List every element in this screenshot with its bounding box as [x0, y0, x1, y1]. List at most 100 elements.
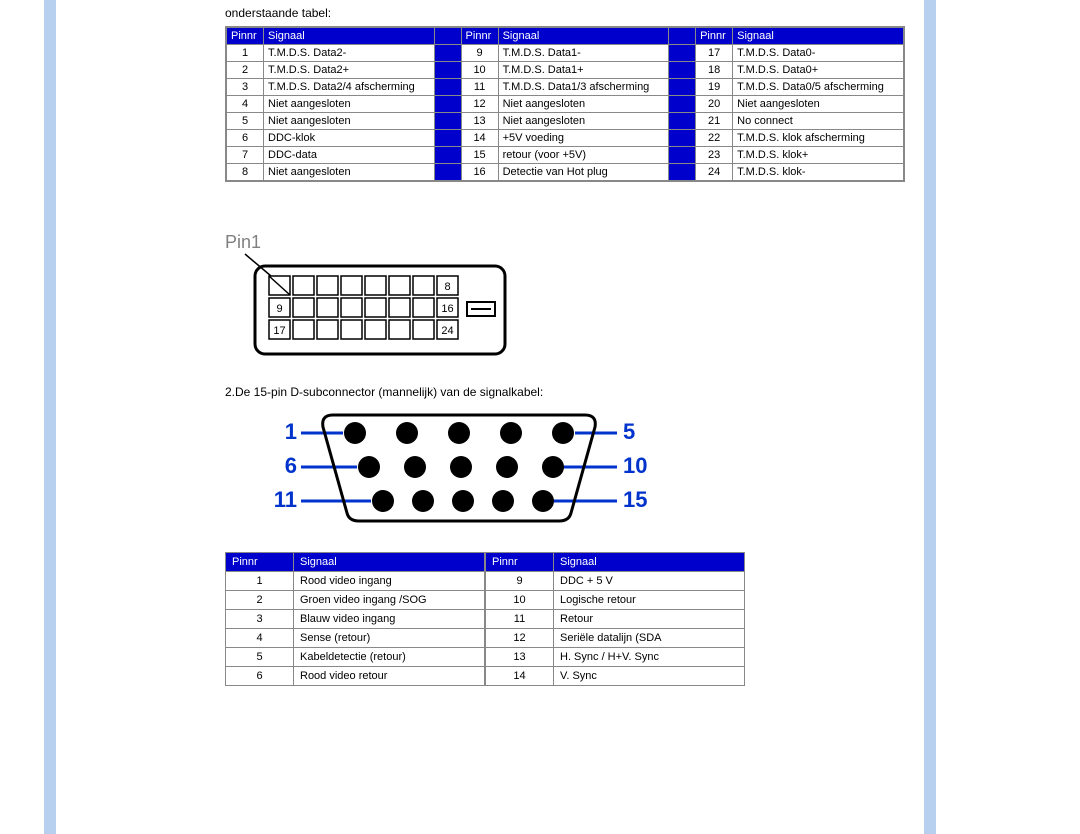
signal-name: Detectie van Hot plug	[498, 164, 669, 181]
signal-name: Rood video ingang	[294, 572, 485, 591]
dvi-pin-table: Pinnr Signaal Pinnr Signaal Pinnr Signaa…	[225, 26, 905, 182]
svg-text:1: 1	[285, 419, 297, 444]
signal-name: Niet aangesloten	[733, 96, 904, 113]
signal-name: DDC-klok	[264, 130, 435, 147]
svg-text:5: 5	[623, 419, 635, 444]
signal-name: Niet aangesloten	[264, 96, 435, 113]
spacer	[669, 79, 696, 96]
svg-text:8: 8	[444, 281, 450, 293]
intro-text: onderstaande tabel:	[225, 6, 905, 20]
spacer	[669, 96, 696, 113]
signal-name: V. Sync	[554, 667, 745, 686]
dvi-connector-diagram: Pin1 89161724	[225, 232, 905, 365]
pin-number: 12	[461, 96, 498, 113]
pin-number: 13	[461, 113, 498, 130]
pin-number: 14	[461, 130, 498, 147]
pin-number: 5	[227, 113, 264, 130]
svg-text:15: 15	[623, 487, 647, 512]
spacer	[669, 147, 696, 164]
col-signal-header: Signaal	[733, 28, 904, 45]
pin-number: 11	[461, 79, 498, 96]
pin-number: 14	[486, 667, 554, 686]
table-row: 4Niet aangesloten12Niet aangesloten20Nie…	[227, 96, 904, 113]
table-row: 1T.M.D.S. Data2-9T.M.D.S. Data1-17T.M.D.…	[227, 45, 904, 62]
spacer	[434, 113, 461, 130]
table-row: 8Niet aangesloten16Detectie van Hot plug…	[227, 164, 904, 181]
svg-text:6: 6	[285, 453, 297, 478]
signal-name: T.M.D.S. klok+	[733, 147, 904, 164]
svg-text:24: 24	[441, 325, 453, 337]
pin-number: 15	[461, 147, 498, 164]
signal-name: Groen video ingang /SOG	[294, 591, 485, 610]
signal-name: Niet aangesloten	[498, 96, 669, 113]
pin-number: 11	[486, 610, 554, 629]
pin-number: 20	[696, 96, 733, 113]
table-row: 5Kabeldetectie (retour)	[226, 648, 485, 667]
signal-name: DDC-data	[264, 147, 435, 164]
col-pin-header: Pinnr	[486, 553, 554, 572]
pin-number: 1	[226, 572, 294, 591]
spacer	[434, 62, 461, 79]
col-pin-header: Pinnr	[227, 28, 264, 45]
spacer	[669, 130, 696, 147]
signal-name: Kabeldetectie (retour)	[294, 648, 485, 667]
spacer	[434, 96, 461, 113]
spacer	[434, 130, 461, 147]
svg-text:10: 10	[623, 453, 647, 478]
table-row: 9DDC + 5 V	[486, 572, 745, 591]
signal-name: Seriële datalijn (SDA	[554, 629, 745, 648]
col-signal-header: Signaal	[264, 28, 435, 45]
pin-number: 16	[461, 164, 498, 181]
signal-name: Rood video retour	[294, 667, 485, 686]
svg-text:9: 9	[276, 303, 282, 315]
table-row: 3Blauw video ingang	[226, 610, 485, 629]
signal-name: T.M.D.S. klok afscherming	[733, 130, 904, 147]
spacer	[669, 113, 696, 130]
pin-number: 7	[227, 147, 264, 164]
signal-name: retour (voor +5V)	[498, 147, 669, 164]
left-margin-stripe	[44, 0, 56, 834]
col-pin-header: Pinnr	[226, 553, 294, 572]
signal-name: Blauw video ingang	[294, 610, 485, 629]
table-row: 3T.M.D.S. Data2/4 afscherming11T.M.D.S. …	[227, 79, 904, 96]
table-row: 1Rood video ingang	[226, 572, 485, 591]
pin-number: 3	[227, 79, 264, 96]
table-header-row: Pinnr Signaal Pinnr Signaal Pinnr Signaa…	[227, 28, 904, 45]
table-row: 2T.M.D.S. Data2+10T.M.D.S. Data1+18T.M.D…	[227, 62, 904, 79]
col-signal-header: Signaal	[294, 553, 485, 572]
vga-connector-diagram: 1 6 11 5 10 15	[275, 409, 905, 532]
spacer	[434, 79, 461, 96]
signal-name: Sense (retour)	[294, 629, 485, 648]
table-row: 2Groen video ingang /SOG	[226, 591, 485, 610]
vga-pin-tables: Pinnr Signaal 1Rood video ingang2Groen v…	[225, 552, 745, 686]
signal-name: H. Sync / H+V. Sync	[554, 648, 745, 667]
spacer	[669, 28, 696, 45]
table-row: 6Rood video retour	[226, 667, 485, 686]
spacer	[434, 45, 461, 62]
signal-name: T.M.D.S. Data0/5 afscherming	[733, 79, 904, 96]
svg-text:16: 16	[441, 303, 453, 315]
pin-number: 23	[696, 147, 733, 164]
pin-number: 17	[696, 45, 733, 62]
signal-name: DDC + 5 V	[554, 572, 745, 591]
signal-name: No connect	[733, 113, 904, 130]
signal-name: T.M.D.S. Data1/3 afscherming	[498, 79, 669, 96]
col-pin-header: Pinnr	[461, 28, 498, 45]
right-margin-stripe	[924, 0, 936, 834]
spacer	[669, 164, 696, 181]
pin-number: 9	[461, 45, 498, 62]
signal-name: T.M.D.S. Data1+	[498, 62, 669, 79]
col-signal-header: Signaal	[554, 553, 745, 572]
pin-number: 10	[461, 62, 498, 79]
pin-number: 21	[696, 113, 733, 130]
table-row: 5Niet aangesloten13Niet aangesloten21No …	[227, 113, 904, 130]
signal-name: T.M.D.S. Data0+	[733, 62, 904, 79]
signal-name: T.M.D.S. Data2-	[264, 45, 435, 62]
table-row: 13H. Sync / H+V. Sync	[486, 648, 745, 667]
table-row: 12Seriële datalijn (SDA	[486, 629, 745, 648]
table-row: 6DDC-klok14+5V voeding22T.M.D.S. klok af…	[227, 130, 904, 147]
pin-number: 9	[486, 572, 554, 591]
pin-number: 10	[486, 591, 554, 610]
table-row: 4Sense (retour)	[226, 629, 485, 648]
pin-number: 24	[696, 164, 733, 181]
